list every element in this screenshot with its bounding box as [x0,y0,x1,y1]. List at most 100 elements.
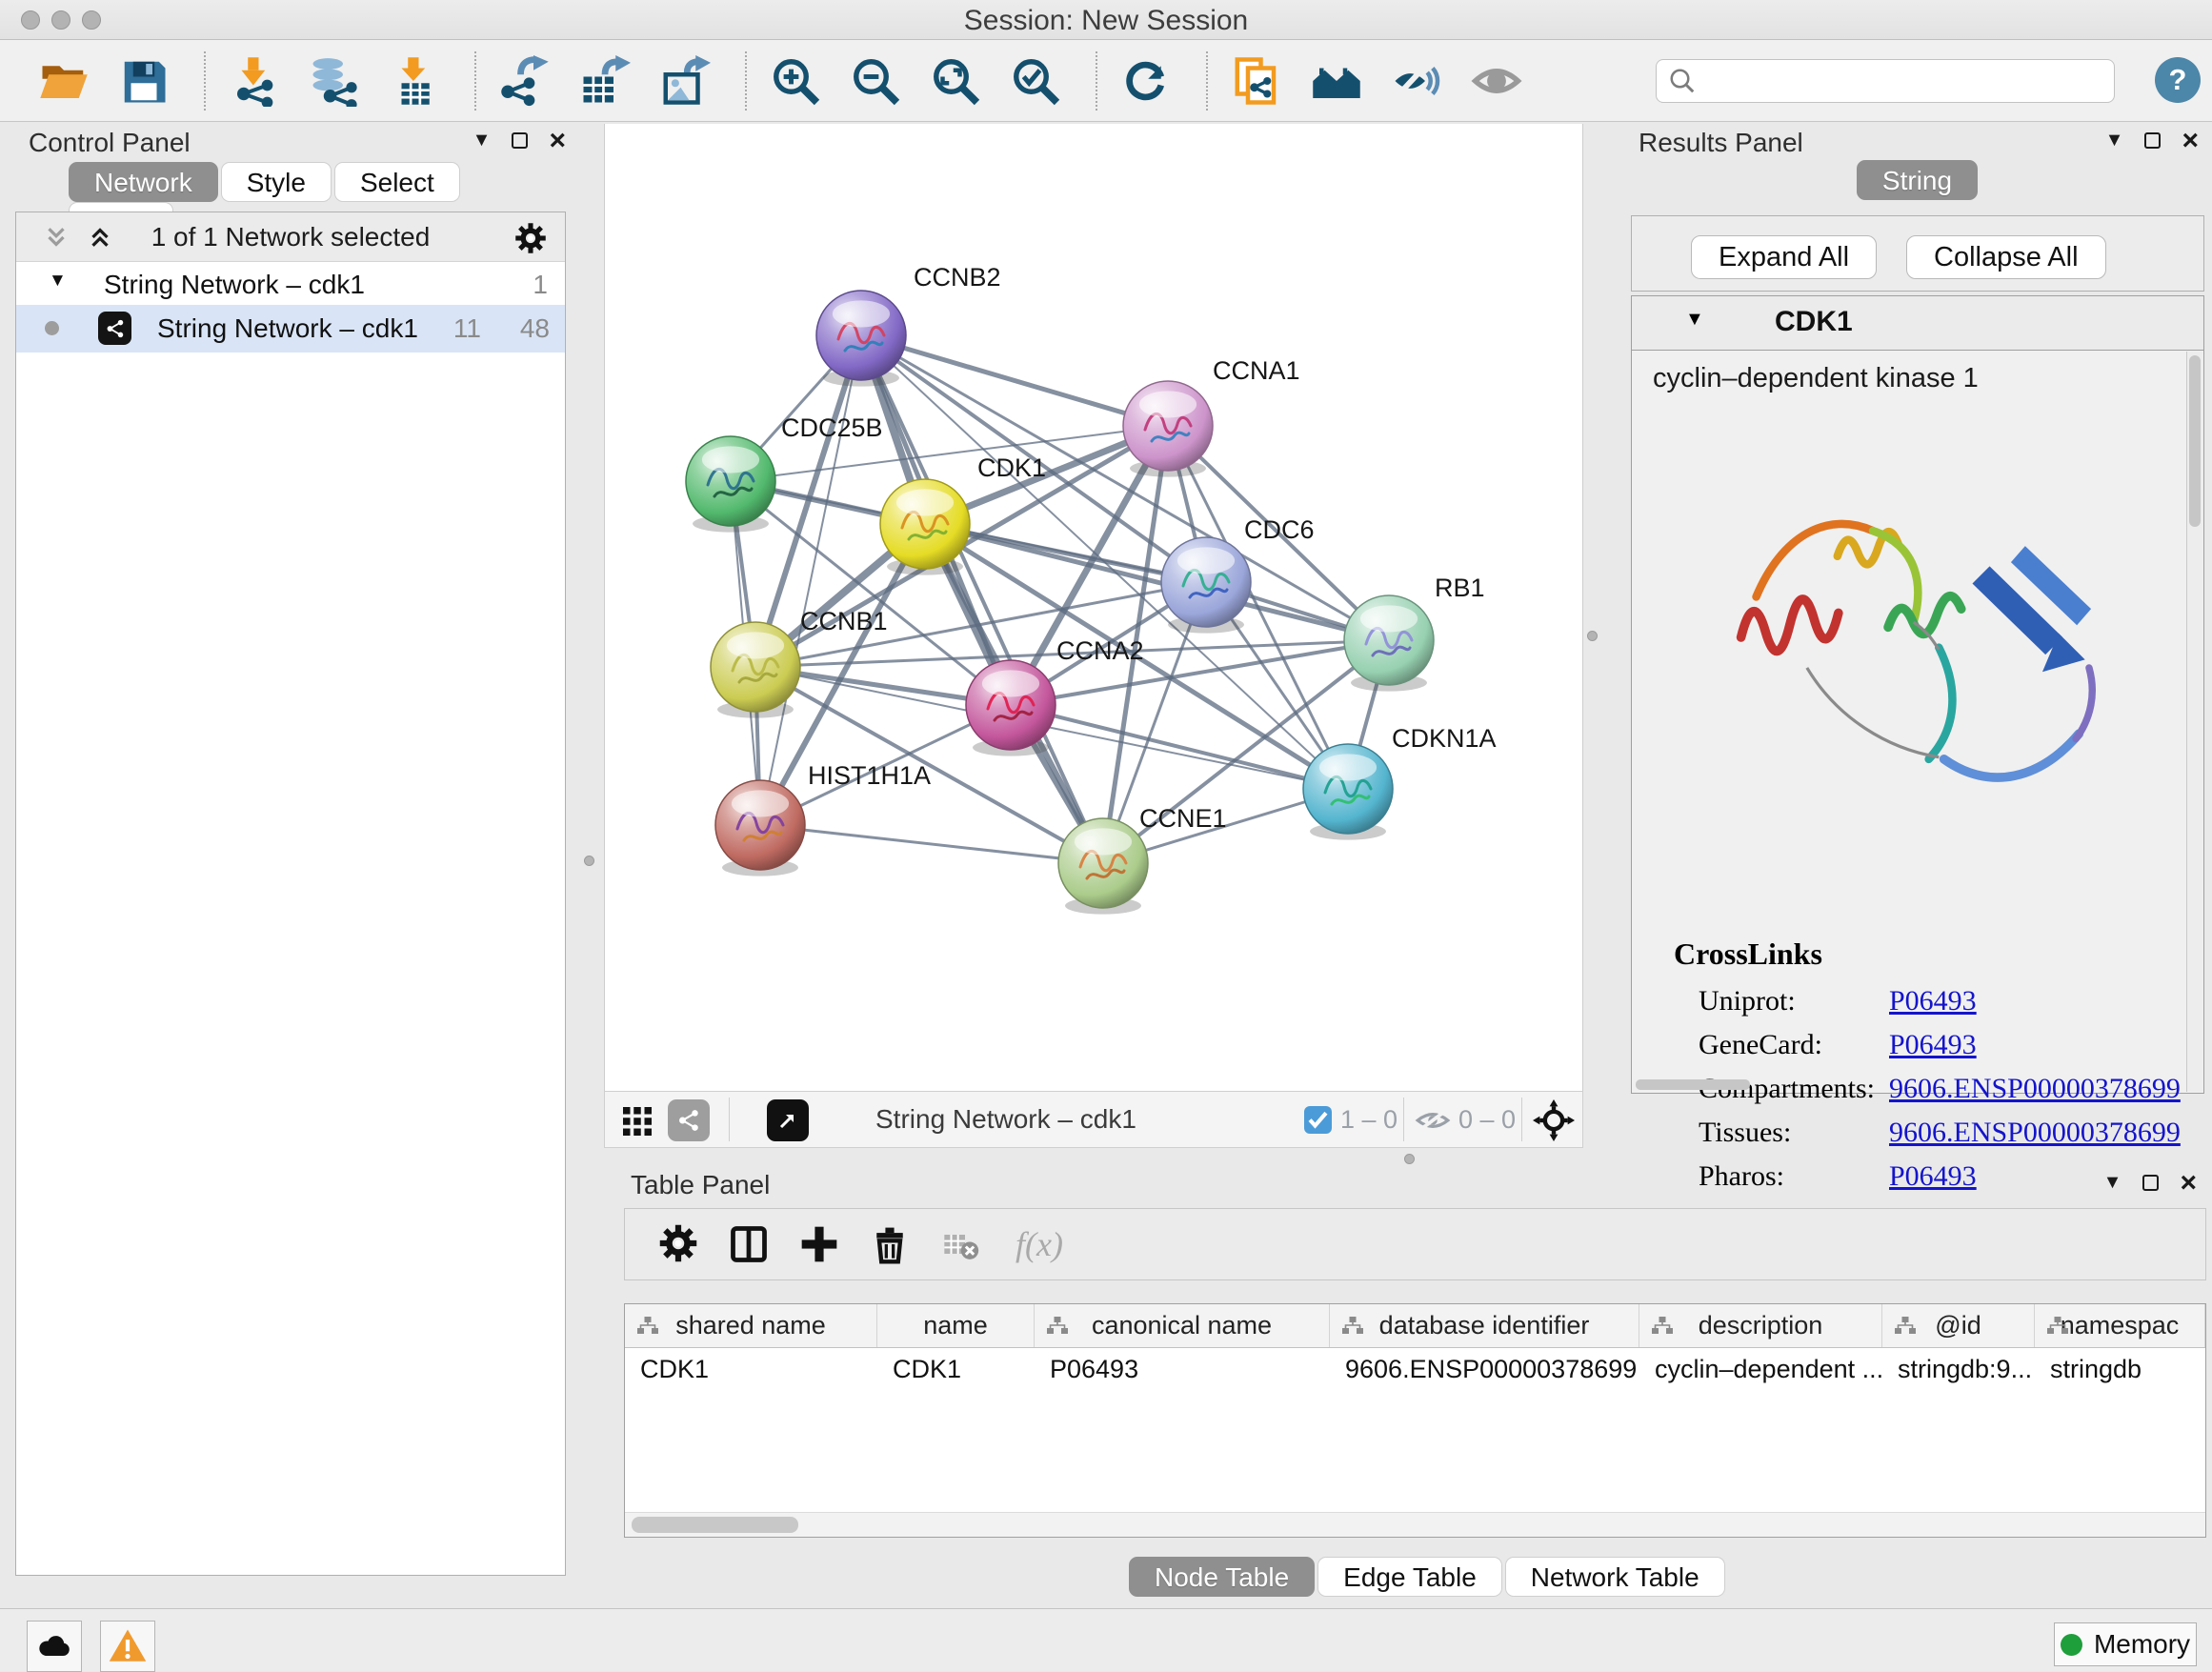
network-node-HIST1H1A[interactable] [715,780,805,876]
results-vertical-scrollbar[interactable] [2186,352,2202,1092]
panel-menu-icon[interactable]: ▼ [2105,130,2124,151]
crosslink-value-link[interactable]: P06493 [1889,985,1977,1017]
string-view-icon[interactable] [668,1099,710,1141]
column-header-namespac[interactable]: namespac [2035,1304,2205,1347]
export-image-icon[interactable] [657,53,713,109]
open-in-new-window-icon[interactable] [767,1099,809,1141]
scrollbar-thumb[interactable] [632,1517,798,1533]
table-cell[interactable]: 9606.ENSP00000378699 [1330,1348,1639,1390]
show-columns-icon[interactable] [724,1219,774,1269]
memory-button[interactable]: Memory [2054,1622,2197,1666]
import-table-file-icon[interactable] [387,53,442,109]
save-session-icon[interactable] [116,53,171,109]
panel-menu-icon[interactable]: ▼ [473,130,492,151]
collapse-entry-icon[interactable]: ▼ [1685,309,1704,331]
zoom-in-icon[interactable] [768,53,823,109]
results-horizontal-scrollbar-thumb[interactable] [1636,1079,1750,1090]
import-network-database-icon[interactable] [307,53,362,109]
panel-float-icon[interactable] [2142,1175,2159,1191]
scrollbar-thumb[interactable] [2189,355,2201,527]
node-label: CCNB1 [800,607,888,635]
tab-string[interactable]: String [1857,160,1978,200]
tab-node-table[interactable]: Node Table [1129,1557,1315,1597]
network-node-CCNA1[interactable] [1123,381,1213,477]
add-column-icon[interactable] [794,1219,844,1269]
network-node-CCNB1[interactable] [711,622,800,718]
bottom-splitter-handle[interactable] [1404,1154,1415,1164]
panel-menu-icon[interactable]: ▼ [2103,1172,2122,1194]
selected-checkbox-icon[interactable] [1304,1106,1332,1134]
toolbar-separator [1521,1098,1522,1141]
network-edge[interactable] [861,335,1168,426]
table-cell[interactable]: CDK1 [625,1348,877,1390]
refresh-view-icon[interactable] [1118,53,1174,109]
delete-table-icon[interactable] [935,1219,985,1269]
new-network-from-selection-icon[interactable] [1229,53,1284,109]
tree-expander-icon[interactable]: ▼ [49,271,67,292]
column-header-name[interactable]: name [877,1304,1035,1347]
show-all-icon[interactable] [1469,53,1524,109]
table-cell[interactable]: CDK1 [877,1348,1035,1390]
panel-close-icon[interactable]: × [2180,1174,2197,1193]
network-options-gear-icon[interactable] [513,221,548,260]
network-edge[interactable] [760,825,1103,863]
panel-float-icon[interactable] [2144,132,2161,149]
table-cell[interactable]: P06493 [1035,1348,1330,1390]
network-collection-row[interactable]: ▼ String Network – cdk1 1 [16,263,565,305]
network-row-selected[interactable]: String Network – cdk1 11 48 [16,305,565,353]
network-edge[interactable] [760,335,861,825]
panel-float-icon[interactable] [512,132,528,149]
node-details-header[interactable]: ▼ CDK1 [1632,296,2203,351]
table-cell[interactable]: stringdb:9... [1882,1348,2035,1390]
zoom-out-icon[interactable] [848,53,903,109]
table-options-gear-icon[interactable] [654,1219,703,1269]
network-node-CCNE1[interactable] [1058,818,1148,915]
zoom-selected-icon[interactable] [1008,53,1063,109]
tab-network[interactable]: Network [69,162,218,202]
open-session-icon[interactable] [36,53,91,109]
network-canvas[interactable]: CCNB2CCNA1CDC25BCDK1CDC6RB1CCNB1CCNA2CDK… [604,124,1583,1091]
left-splitter-handle[interactable] [584,856,594,866]
column-header-@id[interactable]: @id [1882,1304,2035,1347]
fit-selection-crosshair-icon[interactable] [1533,1099,1575,1141]
first-neighbors-icon[interactable] [1309,53,1364,109]
network-node-RB1[interactable] [1344,595,1434,692]
expand-all-button[interactable]: Expand All [1691,235,1877,279]
search-input[interactable] [1706,62,2114,100]
column-header-shared-name[interactable]: shared name [625,1304,877,1347]
column-header-description[interactable]: description [1639,1304,1882,1347]
node-table: shared namenamecanonical namedatabase id… [624,1303,2206,1538]
table-cell[interactable]: cyclin–dependent ... [1639,1348,1882,1390]
network-node-CDKN1A[interactable] [1303,744,1393,840]
tab-style[interactable]: Style [221,162,332,202]
network-node-CDK1[interactable] [880,479,970,575]
column-header-canonical-name[interactable]: canonical name [1035,1304,1330,1347]
collapse-all-button[interactable]: Collapse All [1906,235,2106,279]
tab-network-table[interactable]: Network Table [1505,1557,1725,1597]
cloud-button[interactable] [27,1621,82,1672]
zoom-fit-icon[interactable] [928,53,983,109]
crosslink-value-link[interactable]: 9606.ENSP00000378699 [1889,1117,2181,1149]
import-network-file-icon[interactable] [227,53,282,109]
birdseye-grid-icon[interactable] [620,1104,654,1138]
warnings-button[interactable] [100,1621,155,1672]
table-row[interactable]: CDK1CDK1P064939606.ENSP00000378699cyclin… [625,1348,2205,1390]
network-node-CDC25B[interactable] [686,436,775,533]
network-node-CDC6[interactable] [1161,537,1251,634]
crosslink-value-link[interactable]: P06493 [1889,1029,1977,1061]
table-horizontal-scrollbar[interactable] [625,1512,2205,1537]
right-splitter-handle[interactable] [1587,631,1598,641]
help-button[interactable]: ? [2155,57,2201,103]
delete-column-icon[interactable] [865,1219,915,1269]
table-cell[interactable]: stringdb [2035,1348,2205,1390]
panel-close-icon[interactable]: × [2182,131,2199,151]
hide-selected-icon[interactable] [1389,53,1444,109]
tab-select[interactable]: Select [334,162,460,202]
export-network-icon[interactable] [497,53,553,109]
column-header-database-identifier[interactable]: database identifier [1330,1304,1639,1347]
tab-edge-table[interactable]: Edge Table [1317,1557,1502,1597]
crosslink-value-link[interactable]: 9606.ENSP00000378699 [1889,1073,2181,1105]
apply-function-icon: f(x) [1016,1224,1063,1264]
panel-close-icon[interactable]: × [549,131,566,151]
export-table-icon[interactable] [577,53,633,109]
